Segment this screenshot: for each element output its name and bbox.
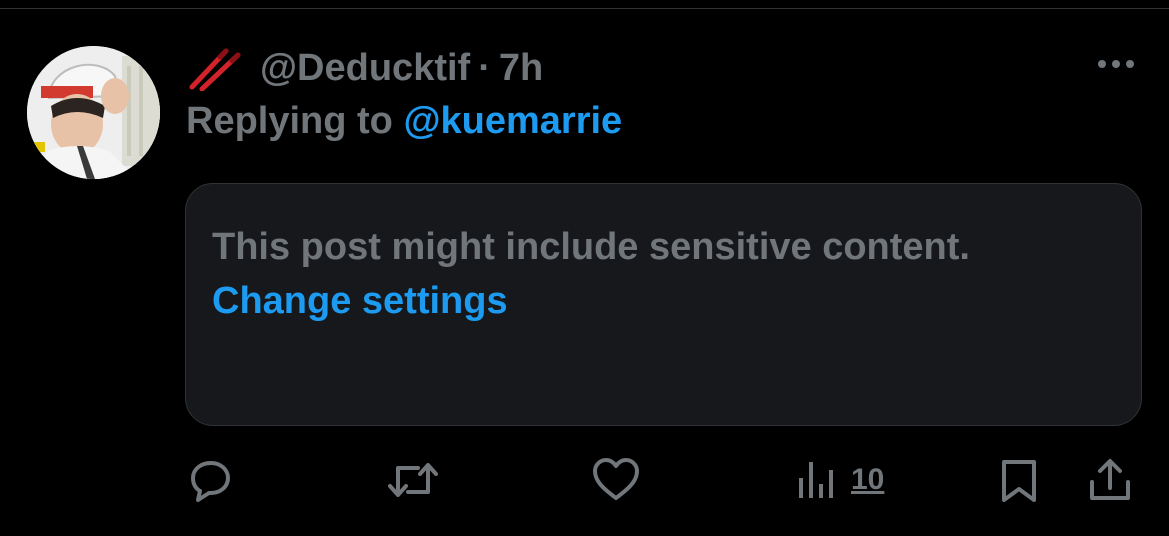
author-handle[interactable]: @Deducktif: [260, 47, 470, 90]
reply-icon: [191, 461, 230, 502]
chopsticks-icon: [186, 45, 242, 92]
more-options-icon[interactable]: [1093, 52, 1139, 76]
replying-to-label: Replying to: [186, 100, 393, 142]
views-count: 10: [851, 463, 885, 496]
share-button[interactable]: [1086, 456, 1134, 504]
reply-button[interactable]: [187, 456, 235, 504]
replying-to-handle[interactable]: @kuemarrie: [403, 100, 622, 142]
heart-icon: [593, 458, 639, 500]
top-divider: [0, 0, 1169, 9]
views-icon: [799, 462, 833, 498]
bookmark-button[interactable]: [998, 456, 1040, 504]
sensitive-content-notice: This post might include sensitive conten…: [212, 226, 970, 268]
post-time[interactable]: 7h: [499, 47, 543, 90]
avatar[interactable]: [27, 46, 160, 179]
repost-icon: [388, 463, 438, 497]
repost-button[interactable]: [386, 456, 440, 504]
bookmark-icon: [1002, 460, 1036, 502]
post-header: @Deducktif · 7h: [186, 40, 543, 96]
share-icon: [1090, 459, 1130, 500]
sensitive-content-card: This post might include sensitive conten…: [185, 183, 1142, 426]
action-bar: 10: [0, 450, 1169, 510]
views-button[interactable]: 10: [797, 456, 884, 504]
change-settings-link[interactable]: Change settings: [212, 274, 1115, 328]
replying-to-line: Replying to @kuemarrie: [186, 100, 622, 143]
header-separator: ·: [478, 46, 491, 89]
like-button[interactable]: [591, 456, 641, 504]
